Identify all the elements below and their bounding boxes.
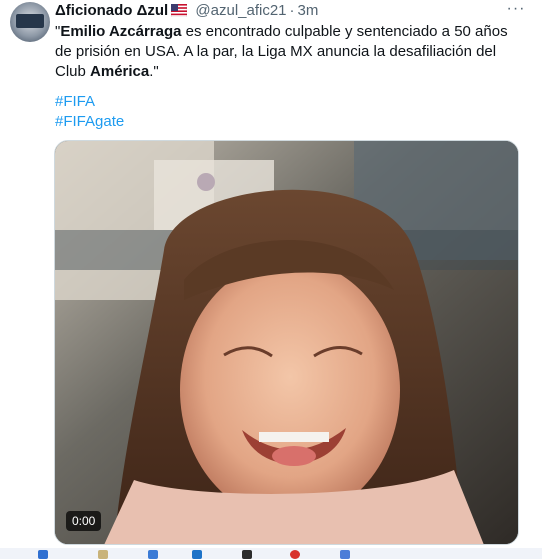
author-handle[interactable]: @azul_afic21 xyxy=(195,2,286,19)
tweet[interactable]: Δficionado Δzul @azul_afic21 · 3m ··· "Emi… xyxy=(0,0,542,545)
separator: · xyxy=(289,2,295,19)
tweet-text: "Emilio Azcárraga es encontrado culpable… xyxy=(55,22,525,82)
app-icon[interactable] xyxy=(242,550,252,559)
media-timestamp: 0:00 xyxy=(66,511,102,531)
tweet-text-bold: Emilio Azcárraga xyxy=(60,23,182,40)
tweet-text-bold: América xyxy=(90,63,150,80)
tweet-time[interactable]: 3m xyxy=(298,2,319,19)
media-gif[interactable] xyxy=(54,140,519,545)
avatar-image xyxy=(16,14,44,28)
hashtag-link[interactable]: #FIFAgate xyxy=(55,112,124,132)
hashtag-link[interactable]: #FIFA xyxy=(55,92,95,112)
app-icon[interactable] xyxy=(290,550,300,559)
taskbar xyxy=(0,548,542,559)
gif-frame-image xyxy=(55,141,518,544)
more-options-icon[interactable]: ··· xyxy=(506,1,526,20)
tweet-header: Δficionado Δzul @azul_afic21 · 3m xyxy=(55,2,318,20)
app-icon[interactable] xyxy=(148,550,158,559)
avatar[interactable] xyxy=(10,2,50,42)
search-icon[interactable] xyxy=(98,550,108,559)
flag-icon xyxy=(170,3,188,22)
tweet-text-part: ." xyxy=(149,63,159,80)
app-icon[interactable] xyxy=(340,550,350,559)
windows-icon[interactable] xyxy=(38,550,48,559)
author-name[interactable]: Δficionado Δzul xyxy=(55,2,168,19)
app-icon[interactable] xyxy=(192,550,202,559)
